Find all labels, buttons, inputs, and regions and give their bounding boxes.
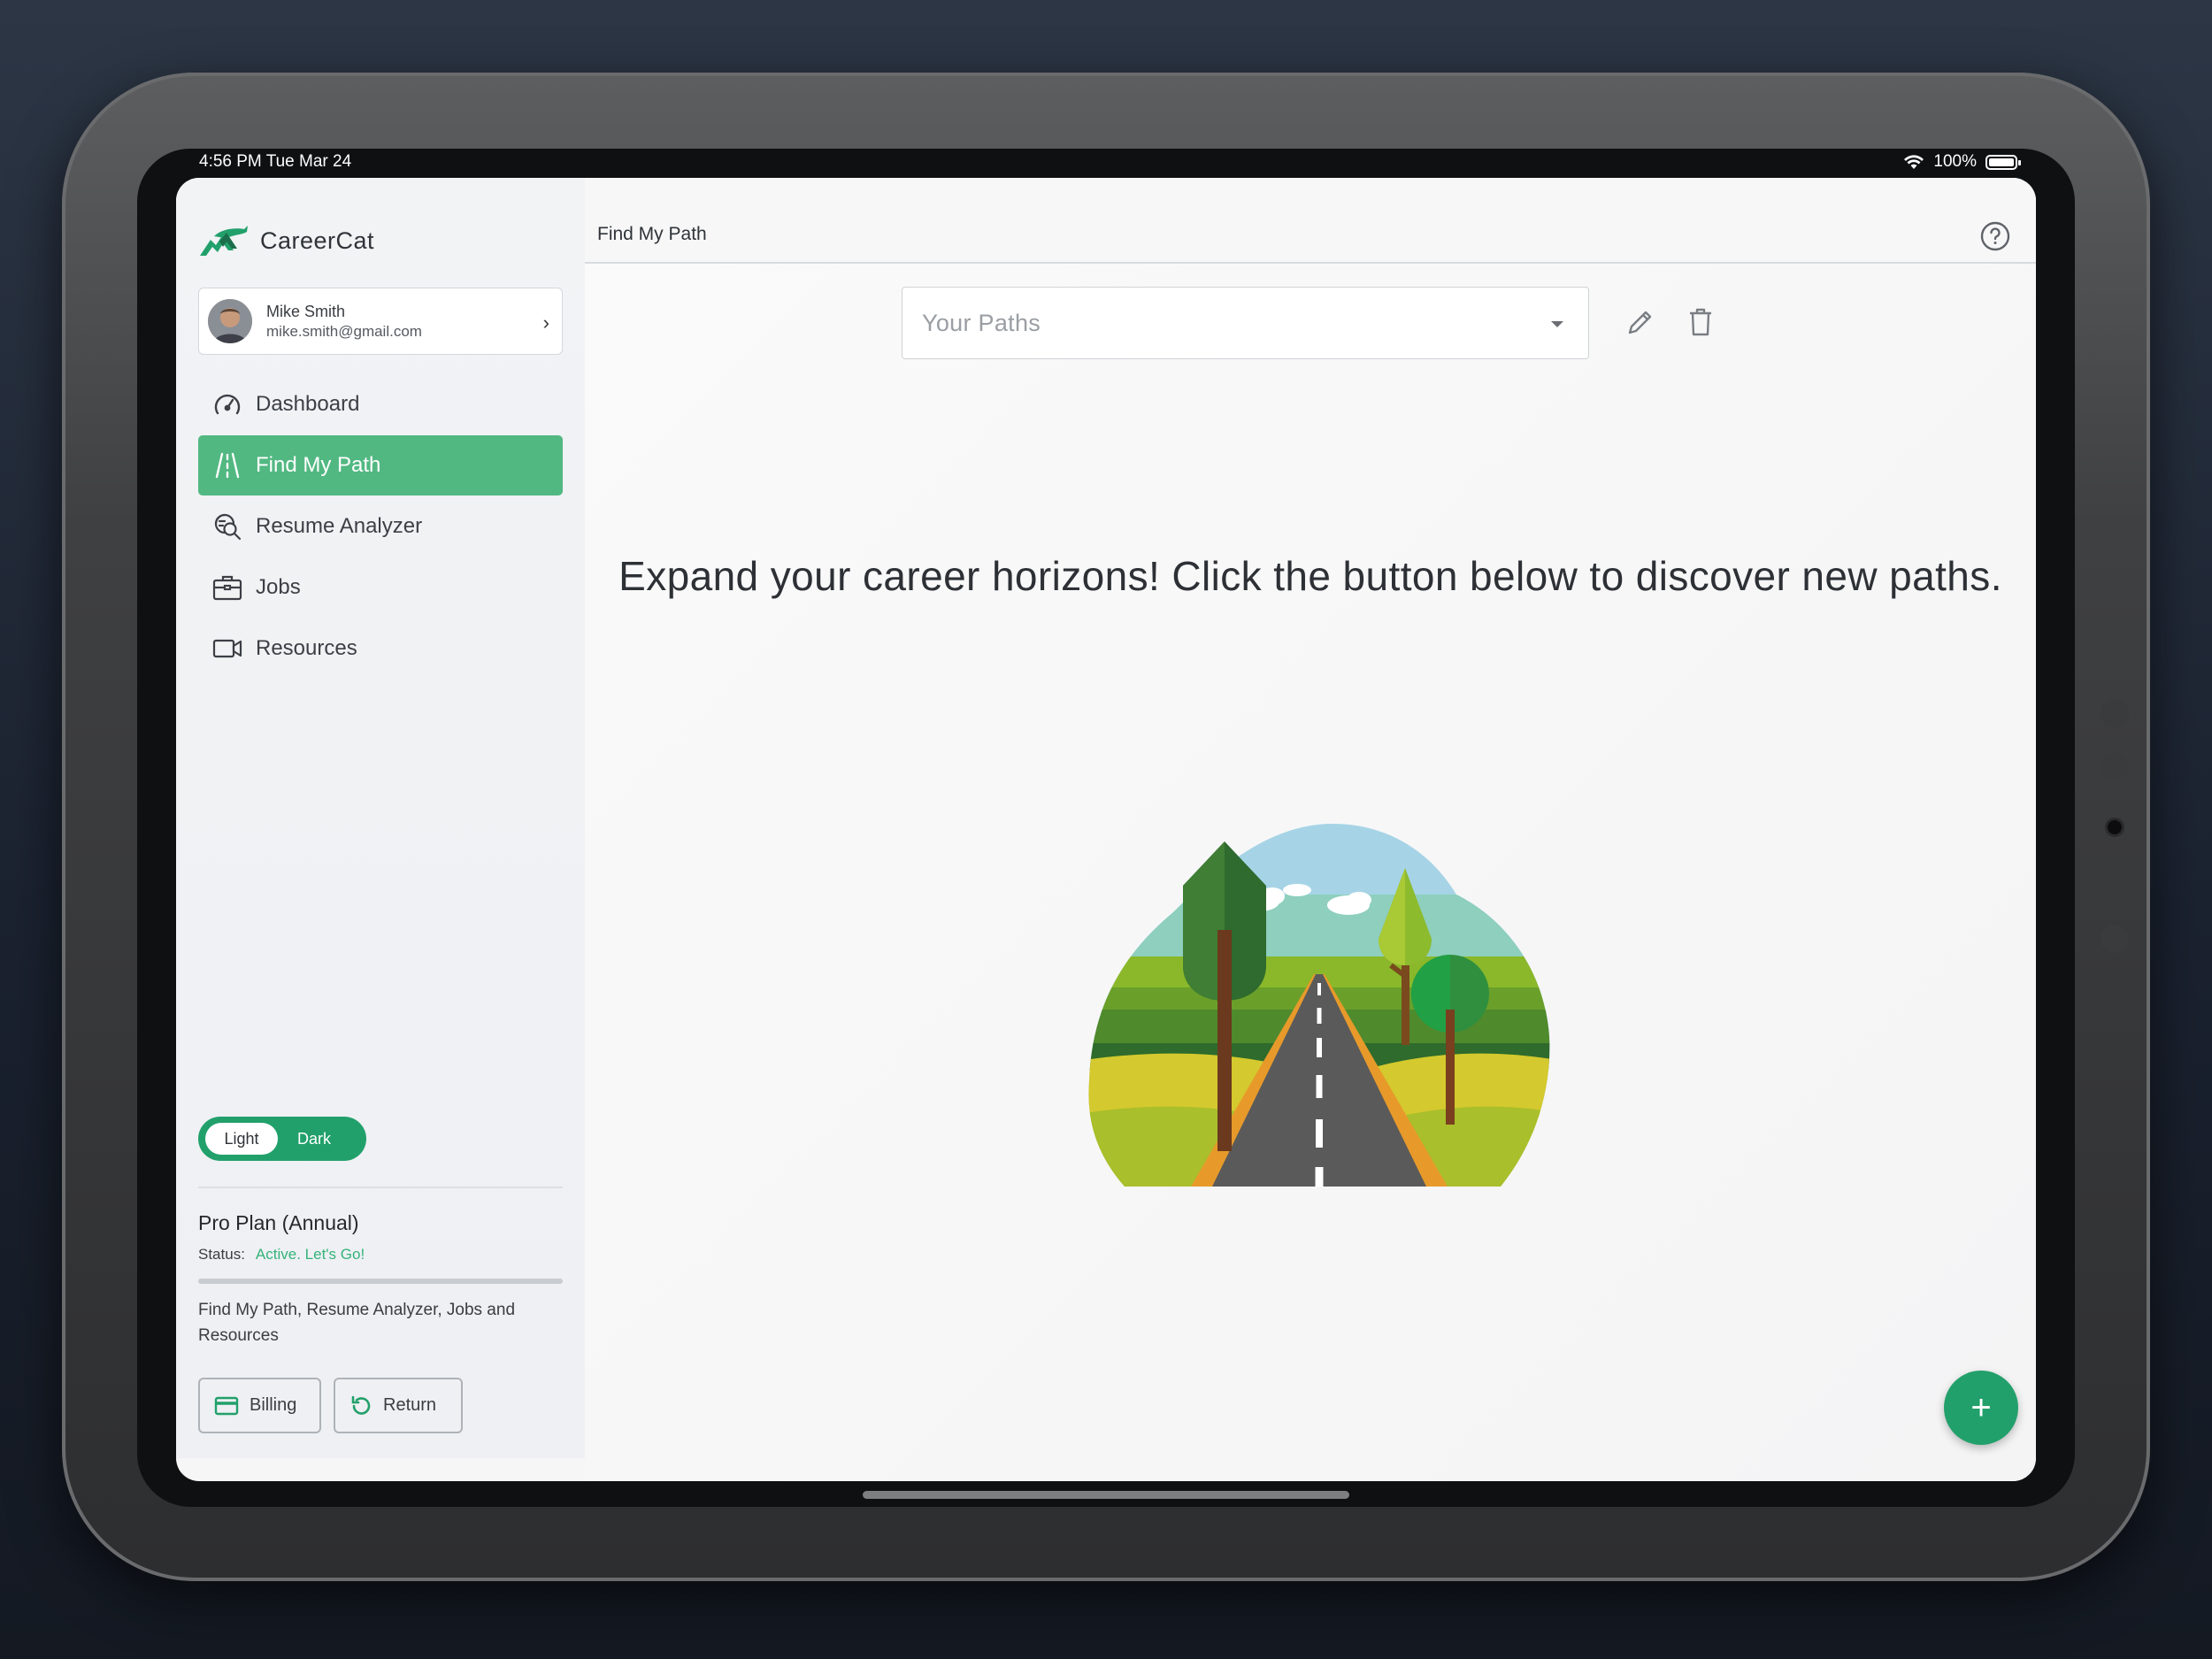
sidebar-item-jobs[interactable]: Jobs [198, 557, 563, 618]
wifi-icon [1904, 155, 1924, 169]
paths-select[interactable]: Your Paths [902, 287, 1589, 359]
page-title: Find My Path [597, 224, 707, 244]
billing-button[interactable]: Billing [198, 1378, 321, 1433]
paths-select-placeholder: Your Paths [922, 309, 1041, 336]
return-label: Return [383, 1395, 437, 1415]
sidebar-item-resume-analyzer[interactable]: Resume Analyzer [198, 496, 563, 557]
plan-status: Status: Active. Let's Go! [198, 1246, 365, 1263]
profile-name: Mike Smith [266, 303, 346, 321]
main-content: Find My Path Your Paths Expand your care… [585, 178, 2036, 1481]
device-camera [2105, 818, 2124, 837]
plan-status-label: Status: [198, 1246, 245, 1263]
sidebar: CareerCat Mike Smith mike.smith@gmail.co… [176, 178, 585, 1458]
resume-search-icon [211, 511, 243, 542]
briefcase-icon [211, 572, 243, 603]
sidebar-item-label: Dashboard [256, 392, 360, 416]
app-screen: CareerCat Mike Smith mike.smith@gmail.co… [176, 178, 2036, 1481]
avatar [208, 299, 252, 343]
sidebar-item-label: Jobs [256, 575, 301, 599]
caret-down-icon [1551, 321, 1563, 327]
speedometer-icon [211, 388, 243, 420]
device-side-button [2101, 752, 2129, 780]
plan-title: Pro Plan (Annual) [198, 1211, 359, 1234]
pencil-icon[interactable] [1625, 307, 1655, 337]
status-bar: 4:56 PM Tue Mar 24 100% [199, 150, 2021, 173]
theme-dark-option[interactable]: Dark [278, 1123, 350, 1155]
sidebar-item-find-my-path[interactable]: Find My Path [198, 435, 563, 495]
careercat-logo-icon [200, 226, 248, 256]
help-icon[interactable] [1979, 220, 2011, 252]
plan-progress-bar [198, 1279, 563, 1284]
status-time: 4:56 PM Tue Mar 24 [199, 152, 352, 171]
billing-label: Billing [250, 1395, 297, 1415]
top-bar: Find My Path [585, 178, 2036, 264]
sidebar-item-resources[interactable]: Resources [198, 618, 563, 679]
sidebar-item-label: Resources [256, 636, 357, 660]
add-path-button[interactable]: + [1944, 1371, 2018, 1445]
credit-card-icon [214, 1396, 239, 1415]
device-side-button [2101, 699, 2129, 727]
undo-icon [351, 1395, 371, 1415]
sidebar-nav: Dashboard Find My Path Resume Analyzer J… [198, 374, 563, 680]
road-landscape-illustration [1088, 824, 1550, 1187]
battery-percent: 100% [1933, 152, 1977, 171]
theme-toggle[interactable]: Light Dark [198, 1117, 366, 1161]
sidebar-divider [198, 1187, 563, 1188]
sidebar-item-label: Resume Analyzer [256, 514, 423, 538]
sidebar-item-dashboard[interactable]: Dashboard [198, 374, 563, 434]
theme-light-option[interactable]: Light [205, 1123, 278, 1155]
trash-icon[interactable] [1687, 307, 1714, 337]
video-camera-icon [211, 633, 243, 664]
profile-card[interactable]: Mike Smith mike.smith@gmail.com › [198, 288, 563, 355]
plan-status-value: Active. Let's Go! [255, 1246, 365, 1263]
return-button[interactable]: Return [334, 1378, 463, 1433]
empty-state-headline: Expand your career horizons! Click the b… [618, 553, 2002, 599]
device-side-button [2101, 925, 2129, 953]
app-name: CareerCat [260, 227, 375, 254]
home-indicator[interactable] [863, 1491, 1349, 1499]
sidebar-item-label: Find My Path [256, 453, 381, 477]
app-logo[interactable]: CareerCat [198, 224, 374, 257]
chevron-right-icon: › [542, 311, 549, 334]
battery-icon [1985, 154, 2021, 170]
plan-features: Find My Path, Resume Analyzer, Jobs and … [198, 1301, 516, 1345]
road-icon [211, 449, 243, 481]
profile-email: mike.smith@gmail.com [266, 322, 422, 340]
